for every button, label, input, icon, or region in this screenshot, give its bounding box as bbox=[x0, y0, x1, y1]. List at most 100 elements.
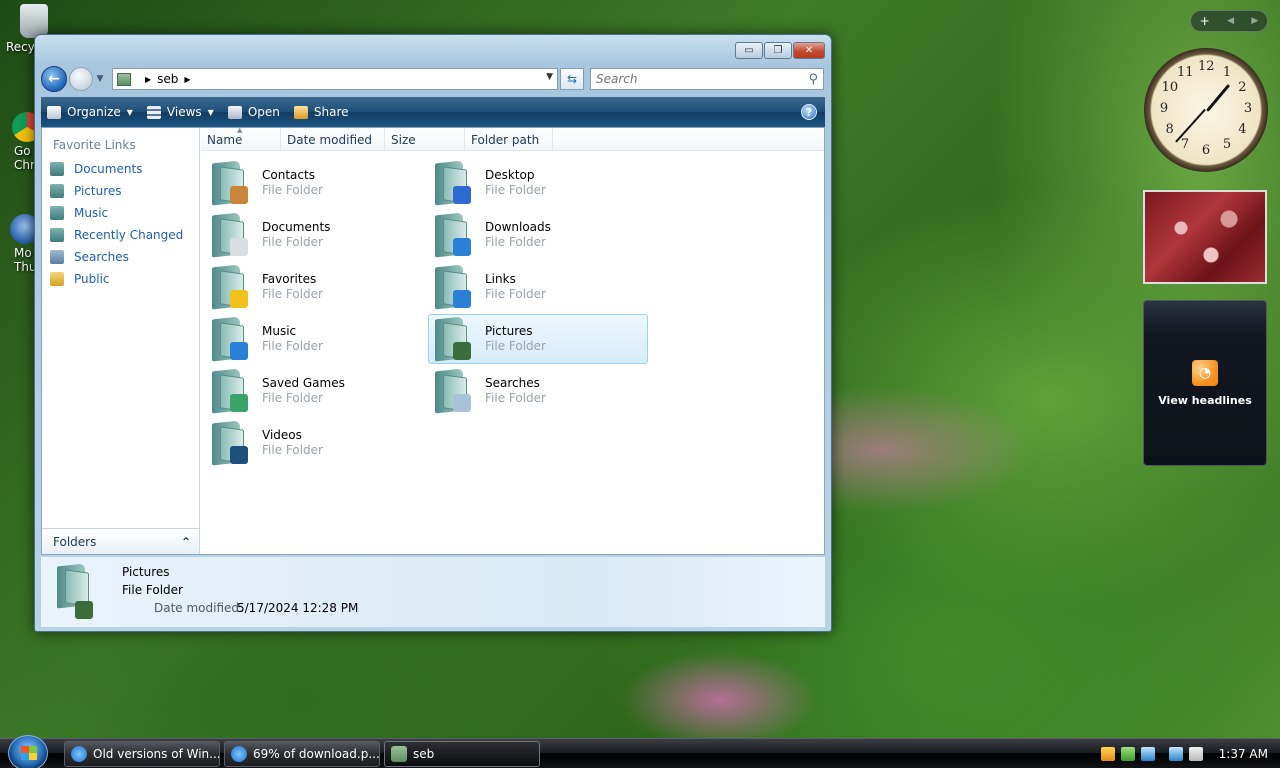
next-gadgets-button[interactable]: ▶ bbox=[1251, 16, 1258, 26]
clock-numeral: 7 bbox=[1180, 137, 1190, 153]
start-button[interactable] bbox=[8, 735, 48, 768]
column-header-name[interactable]: ▲ Name bbox=[201, 126, 281, 151]
open-button[interactable]: Open bbox=[227, 105, 280, 119]
folder-item-searches[interactable]: Searches File Folder bbox=[428, 366, 648, 416]
folders-toggle-bar[interactable]: Folders ⌃ bbox=[42, 528, 199, 554]
close-button[interactable]: ✕ bbox=[793, 42, 825, 59]
folder-item-type: File Folder bbox=[485, 339, 546, 353]
nav-link-label: Public bbox=[74, 272, 110, 286]
pictures-icon bbox=[50, 184, 64, 198]
feed-headlines-gadget[interactable]: ◔ View headlines bbox=[1143, 300, 1267, 466]
views-label: Views bbox=[166, 105, 202, 119]
organize-button[interactable]: Organize ▼ bbox=[47, 105, 133, 119]
folder-icon bbox=[433, 368, 473, 414]
folder-item-saved-games[interactable]: Saved Games File Folder bbox=[205, 366, 425, 416]
column-header-date-modified[interactable]: Date modified bbox=[281, 128, 385, 151]
folder-item-text: Documents File Folder bbox=[262, 220, 330, 250]
searches-icon bbox=[50, 250, 64, 264]
volume-muted-icon[interactable] bbox=[1188, 747, 1203, 761]
folder-item-favorites[interactable]: Favorites File Folder bbox=[205, 262, 425, 312]
minimize-button[interactable]: ▭ bbox=[735, 42, 763, 59]
file-list-pane: ▲ Name Date modified Size Folder path Co… bbox=[201, 126, 824, 554]
nav-link-music[interactable]: Music bbox=[42, 202, 199, 224]
open-label: Open bbox=[247, 105, 280, 119]
folder-item-desktop[interactable]: Desktop File Folder bbox=[428, 158, 648, 208]
search-input[interactable] bbox=[596, 72, 786, 86]
nav-link-pictures[interactable]: Pictures bbox=[42, 180, 199, 202]
folder-item-links[interactable]: Links File Folder bbox=[428, 262, 648, 312]
folder-item-videos[interactable]: Videos File Folder bbox=[205, 418, 425, 468]
recent-pages-dropdown[interactable]: ▼ bbox=[94, 74, 106, 84]
slideshow-gadget[interactable] bbox=[1143, 190, 1267, 284]
display-icon[interactable] bbox=[1168, 747, 1183, 761]
folder-item-text: Pictures File Folder bbox=[485, 324, 546, 354]
share-button[interactable]: Share bbox=[293, 105, 349, 119]
folder-item-text: Favorites File Folder bbox=[262, 272, 323, 302]
folder-icon bbox=[210, 316, 250, 362]
folder-item-type: File Folder bbox=[262, 183, 323, 197]
taskbar: Old versions of Win... 69% of download.p… bbox=[0, 735, 1280, 768]
address-bar[interactable]: ▶ seb ▶ ▼ bbox=[112, 68, 558, 90]
nav-link-public[interactable]: Public bbox=[42, 268, 199, 290]
maximize-button[interactable]: ❐ bbox=[764, 42, 792, 59]
folder-item-text: Saved Games File Folder bbox=[262, 376, 345, 406]
breadcrumb-arrow-icon[interactable]: ▶ bbox=[145, 75, 151, 84]
documents-badge-icon bbox=[230, 238, 248, 256]
folder-icon bbox=[210, 212, 250, 258]
column-header-folder-path[interactable]: Folder path bbox=[465, 128, 553, 151]
clock-gadget[interactable]: 12 1 2 3 4 5 6 7 8 9 10 11 bbox=[1144, 48, 1268, 172]
system-tray: 1:37 AM bbox=[1100, 739, 1280, 768]
breadcrumb-seb[interactable]: seb bbox=[157, 72, 178, 86]
folder-item-documents[interactable]: Documents File Folder bbox=[205, 210, 425, 260]
network-icon[interactable] bbox=[1140, 747, 1155, 761]
previous-gadgets-button[interactable]: ◀ bbox=[1227, 16, 1234, 26]
nav-link-label: Pictures bbox=[74, 184, 122, 198]
taskbar-button-ie-download[interactable]: 69% of download.p... bbox=[224, 741, 380, 767]
folder-icon bbox=[117, 72, 131, 86]
help-button[interactable]: ? bbox=[801, 104, 817, 120]
details-date-value: 5/17/2024 12:28 PM bbox=[237, 601, 359, 615]
back-button[interactable]: ← bbox=[41, 66, 67, 92]
folder-item-music[interactable]: Music File Folder bbox=[205, 314, 425, 364]
pictures-badge-icon bbox=[453, 342, 471, 360]
clock-numeral: 2 bbox=[1238, 80, 1247, 95]
public-folder-icon bbox=[50, 272, 64, 286]
address-dropdown-button[interactable]: ▼ bbox=[546, 72, 553, 82]
details-date-label: Date modified: bbox=[154, 601, 244, 615]
folder-item-text: Desktop File Folder bbox=[485, 168, 546, 198]
sidebar-controls: + ◀ ▶ bbox=[1190, 10, 1268, 32]
windows-logo-icon bbox=[21, 746, 37, 760]
folder-icon bbox=[433, 316, 473, 362]
folder-item-type: File Folder bbox=[262, 287, 323, 301]
folder-item-downloads[interactable]: Downloads File Folder bbox=[428, 210, 648, 260]
views-button[interactable]: Views ▼ bbox=[146, 105, 214, 119]
folder-item-contacts[interactable]: Contacts File Folder bbox=[205, 158, 425, 208]
security-shield-icon[interactable] bbox=[1100, 747, 1115, 761]
breadcrumb-arrow-icon[interactable]: ▶ bbox=[184, 75, 190, 84]
magnifier-icon[interactable]: ⚲ bbox=[808, 72, 818, 87]
folder-item-type: File Folder bbox=[485, 391, 546, 405]
update-icon[interactable] bbox=[1120, 747, 1135, 761]
column-header-size[interactable]: Size bbox=[385, 128, 465, 151]
folder-item-pictures[interactable]: Pictures File Folder bbox=[428, 314, 648, 364]
taskbar-button-explorer-seb[interactable]: seb bbox=[384, 741, 540, 767]
nav-link-documents[interactable]: Documents bbox=[42, 158, 199, 180]
forward-button[interactable] bbox=[69, 67, 93, 91]
folder-item-type: File Folder bbox=[485, 235, 546, 249]
folder-item-name: Videos bbox=[262, 428, 302, 442]
folder-item-name: Pictures bbox=[485, 324, 533, 338]
folder-item-name: Contacts bbox=[262, 168, 315, 182]
nav-link-searches[interactable]: Searches bbox=[42, 246, 199, 268]
address-row: ← ▼ ▶ seb ▶ ▼ ⇆ ⚲ bbox=[41, 65, 825, 93]
refresh-button[interactable]: ⇆ bbox=[560, 68, 584, 90]
nav-link-recently-changed[interactable]: Recently Changed bbox=[42, 224, 199, 246]
taskbar-button-ie-old-versions[interactable]: Old versions of Win... bbox=[64, 741, 220, 767]
clock-numeral: 10 bbox=[1161, 80, 1179, 95]
folder-item-text: Videos File Folder bbox=[262, 428, 323, 458]
folder-item-name: Links bbox=[485, 272, 516, 286]
navigation-pane: Favorite Links Documents Pictures Music … bbox=[42, 128, 200, 554]
taskbar-clock[interactable]: 1:37 AM bbox=[1219, 747, 1268, 761]
clock-hour-hand bbox=[1206, 83, 1231, 112]
add-gadget-button[interactable]: + bbox=[1200, 14, 1210, 28]
nav-link-label: Recently Changed bbox=[74, 228, 184, 242]
